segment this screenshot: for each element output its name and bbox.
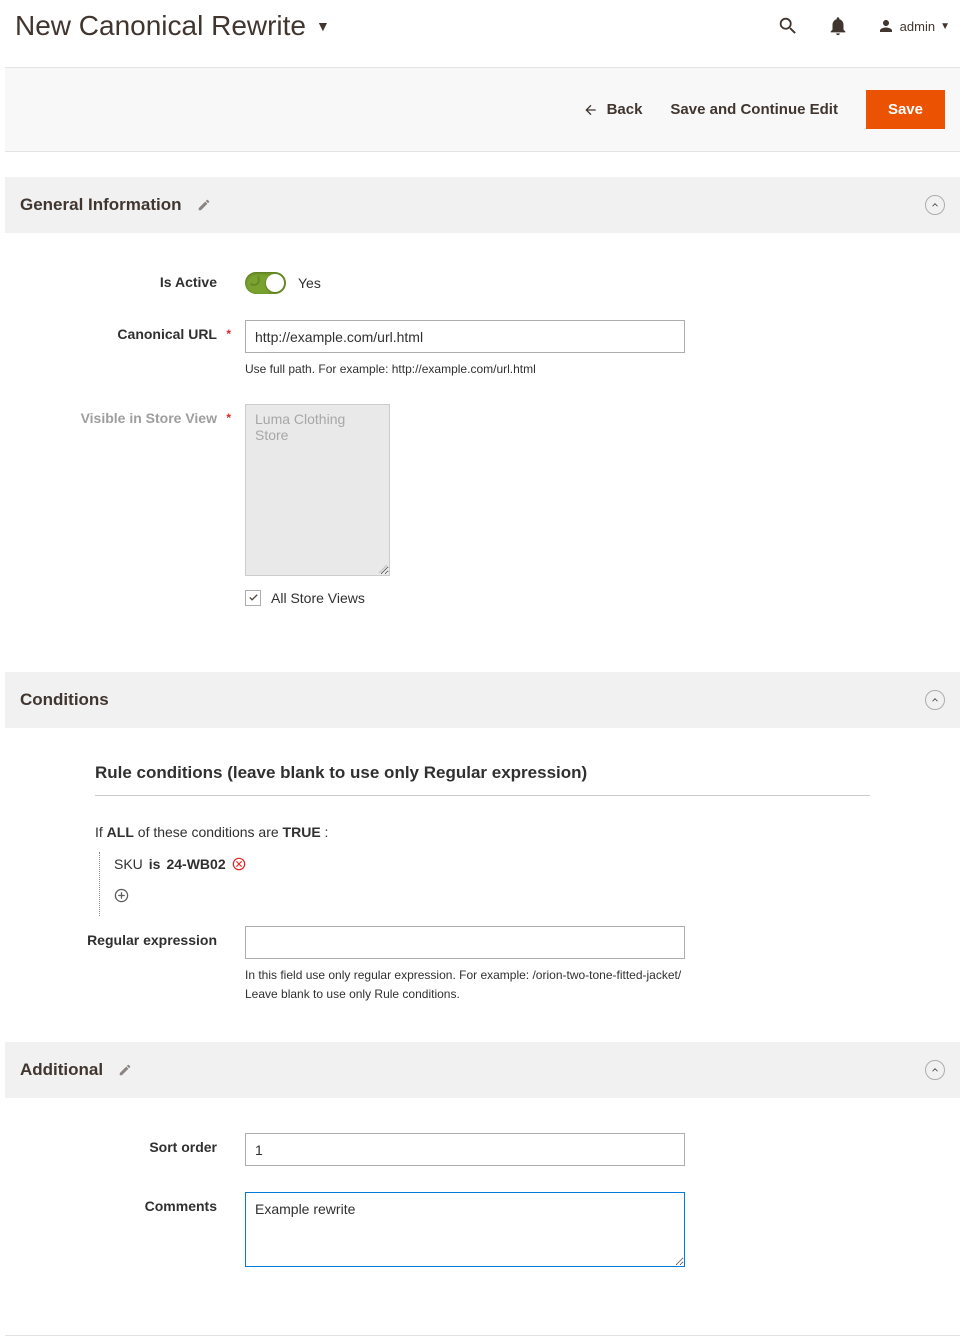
admin-user-menu[interactable]: admin ▼ <box>877 17 950 35</box>
admin-user-name: admin <box>900 19 935 34</box>
sort-order-input[interactable] <box>245 1133 685 1166</box>
section-general-title: General Information <box>20 195 182 215</box>
regex-note-2: Leave blank to use only Rule conditions. <box>245 986 685 1003</box>
save-button[interactable]: Save <box>866 90 945 129</box>
notifications-icon[interactable] <box>827 15 849 37</box>
section-general: General Information Is Active Yes Canoni… <box>5 177 960 672</box>
section-additional-title: Additional <box>20 1060 103 1080</box>
comments-textarea[interactable] <box>245 1192 685 1267</box>
section-conditions-header[interactable]: Conditions <box>5 672 960 728</box>
title-dropdown-caret[interactable]: ▼ <box>316 18 330 34</box>
collapse-toggle[interactable] <box>925 195 945 215</box>
edit-icon[interactable] <box>118 1063 132 1077</box>
save-continue-label: Save and Continue Edit <box>670 101 838 118</box>
rule-condition-item[interactable]: SKU is 24-WB02 <box>114 856 870 872</box>
all-store-views-checkbox[interactable] <box>245 590 261 606</box>
page-title: New Canonical Rewrite <box>15 10 306 42</box>
section-additional-header[interactable]: Additional <box>5 1042 960 1098</box>
section-general-header[interactable]: General Information <box>5 177 960 233</box>
remove-condition-icon[interactable] <box>232 857 246 871</box>
comments-label: Comments <box>20 1192 245 1214</box>
search-icon[interactable] <box>777 15 799 37</box>
edit-icon[interactable] <box>197 198 211 212</box>
chevron-up-icon <box>930 1065 940 1075</box>
save-continue-button[interactable]: Save and Continue Edit <box>670 90 838 129</box>
rule-operator: is <box>149 856 161 872</box>
section-conditions-title: Conditions <box>20 690 109 710</box>
store-view-label: Visible in Store View* <box>20 404 245 426</box>
regex-label: Regular expression <box>20 926 245 948</box>
chevron-up-icon <box>930 200 940 210</box>
canonical-url-label: Canonical URL* <box>20 320 245 342</box>
canonical-url-note: Use full path. For example: http://examp… <box>245 361 685 378</box>
rule-root-sentence[interactable]: If ALL of these conditions are TRUE : <box>95 824 870 840</box>
chevron-up-icon <box>930 695 940 705</box>
chevron-down-icon: ▼ <box>940 21 950 32</box>
sort-order-label: Sort order <box>20 1133 245 1155</box>
user-icon <box>877 17 895 35</box>
regex-input[interactable] <box>245 926 685 959</box>
section-conditions: Conditions Rule conditions (leave blank … <box>5 672 960 1043</box>
back-button[interactable]: Back <box>583 90 643 129</box>
back-label: Back <box>607 101 643 118</box>
rule-attribute: SKU <box>114 856 143 872</box>
canonical-url-input[interactable] <box>245 320 685 353</box>
arrow-left-icon <box>583 102 599 118</box>
is-active-label: Is Active <box>20 268 245 290</box>
store-view-select[interactable]: Luma Clothing Store <box>245 404 390 576</box>
rule-value: 24-WB02 <box>166 856 225 872</box>
add-condition-icon[interactable] <box>114 890 129 906</box>
regex-note-1: In this field use only regular expressio… <box>245 967 685 984</box>
action-bar: Back Save and Continue Edit Save <box>5 67 960 152</box>
section-additional: Additional Sort order Comments <box>5 1042 960 1310</box>
collapse-toggle[interactable] <box>925 690 945 710</box>
store-view-option: Luma Clothing Store <box>255 411 345 443</box>
collapse-toggle[interactable] <box>925 1060 945 1080</box>
check-icon <box>248 592 259 603</box>
is-active-value: Yes <box>298 275 321 291</box>
is-active-toggle[interactable] <box>245 272 286 294</box>
all-store-views-label: All Store Views <box>271 590 365 606</box>
rule-conditions-title: Rule conditions (leave blank to use only… <box>95 763 870 796</box>
